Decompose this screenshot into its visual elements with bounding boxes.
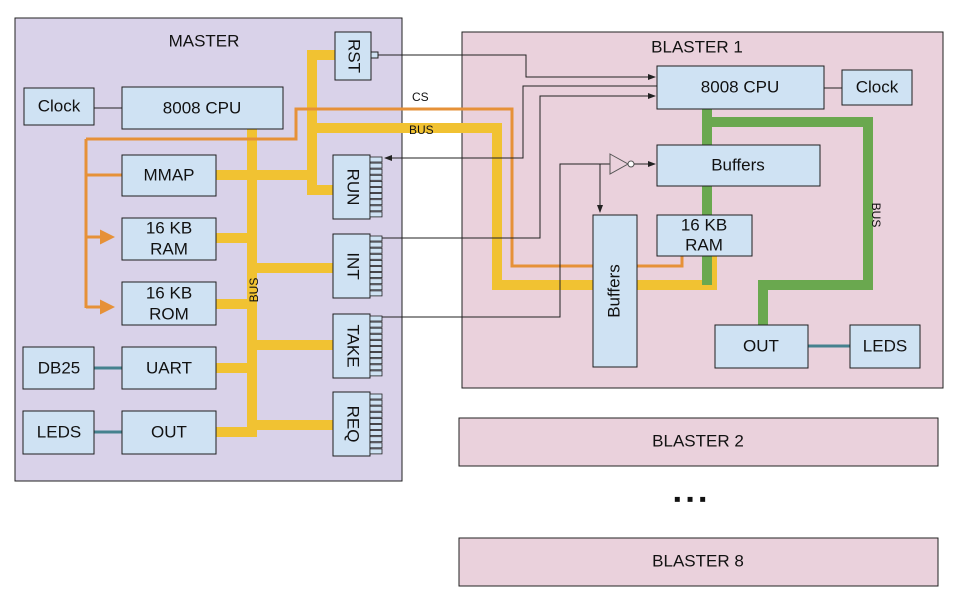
master-title: MASTER	[169, 31, 240, 50]
master-mmap: MMAP	[121, 154, 217, 197]
blaster1-buffers-side: Buffers	[592, 214, 638, 368]
blaster1-out: OUT	[714, 324, 809, 369]
connector-pin	[369, 162, 383, 169]
svg-text:UART: UART	[146, 358, 192, 377]
connector-pin	[369, 259, 383, 266]
connector-pin	[369, 193, 383, 200]
connector-pin	[369, 358, 383, 365]
svg-text:16 KB: 16 KB	[146, 283, 192, 302]
master-db25: DB25	[22, 346, 95, 390]
connector-pin	[369, 247, 383, 254]
connector-pin	[369, 327, 383, 334]
blaster1-clock: Clock	[841, 69, 913, 106]
master-uart: UART	[121, 346, 217, 390]
master-leds: LEDS	[22, 410, 95, 455]
connector-pin	[369, 235, 383, 242]
connector-pin	[369, 405, 383, 412]
blaster1-buffers-top: Buffers	[656, 144, 821, 187]
bus-link-label: BUS	[409, 123, 434, 137]
blaster1-ram: 16 KBRAM	[656, 214, 753, 257]
connector-pin	[369, 205, 383, 212]
svg-text:Buffers: Buffers	[604, 264, 623, 318]
connector-pin	[369, 315, 383, 322]
svg-text:LEDS: LEDS	[37, 422, 81, 441]
ellipsis: ▪ ▪ ▪	[674, 488, 706, 510]
connector-pin	[369, 211, 383, 218]
blaster2-title: BLASTER 2	[652, 431, 744, 450]
connector-pin	[369, 174, 383, 181]
blaster-bus-label: BUS	[869, 203, 883, 228]
svg-text:OUT: OUT	[151, 422, 187, 441]
svg-text:16 KB: 16 KB	[146, 218, 192, 237]
svg-text:RUN: RUN	[344, 169, 363, 206]
svg-text:8008 CPU: 8008 CPU	[163, 98, 241, 117]
connector-pin	[369, 290, 383, 297]
svg-text:RAM: RAM	[150, 239, 188, 258]
connector-pin	[369, 436, 383, 443]
master-ram: 16 KB RAM	[121, 217, 217, 261]
svg-text:DB25: DB25	[38, 358, 81, 377]
svg-text:REQ: REQ	[344, 406, 363, 443]
connector-pin	[369, 411, 383, 418]
svg-text:RAM: RAM	[685, 235, 723, 254]
master-bus-label: BUS	[247, 278, 261, 303]
connector-pin	[369, 168, 383, 175]
connector-pin	[369, 339, 383, 346]
svg-text:TAKE: TAKE	[344, 324, 363, 367]
connector-pin	[369, 417, 383, 424]
svg-text:MMAP: MMAP	[144, 165, 195, 184]
svg-text:Clock: Clock	[856, 77, 899, 96]
connector-pin	[369, 448, 383, 455]
connector-pin	[369, 393, 383, 400]
blaster1-leds: LEDS	[849, 324, 921, 369]
svg-text:RST: RST	[345, 39, 364, 73]
blaster1-cpu: 8008 CPU	[656, 65, 825, 110]
connector-pin	[369, 278, 383, 285]
connector-pin	[369, 424, 383, 430]
connector-pin	[369, 241, 383, 248]
master-out: OUT	[121, 410, 217, 455]
cs-label: CS	[412, 90, 429, 104]
svg-text:16 KB: 16 KB	[681, 215, 727, 234]
svg-text:LEDS: LEDS	[863, 336, 907, 355]
connector-pin	[369, 333, 383, 340]
connector-pin	[369, 321, 383, 328]
port-rst: RST	[334, 31, 372, 81]
connector-pin	[369, 180, 383, 187]
connector-pin	[369, 370, 383, 377]
blaster8-title: BLASTER 8	[652, 551, 744, 570]
svg-text:ROM: ROM	[149, 304, 189, 323]
connector-pin	[369, 284, 383, 291]
connector-pin	[369, 266, 383, 272]
master-rom: 16 KB ROM	[121, 281, 217, 326]
connector-pin	[369, 442, 383, 449]
connector-pin	[369, 352, 383, 359]
connector-pin	[369, 346, 383, 352]
connector-pin	[369, 364, 383, 371]
blaster1-title: BLASTER 1	[651, 37, 743, 56]
connector-pin	[369, 272, 383, 279]
svg-text:INT: INT	[344, 252, 363, 279]
svg-text:8008 CPU: 8008 CPU	[701, 77, 779, 96]
svg-text:OUT: OUT	[743, 336, 779, 355]
connector-pin	[369, 156, 383, 163]
connector-pin	[369, 253, 383, 260]
svg-text:Buffers: Buffers	[711, 155, 765, 174]
system-diagram: MASTER BLASTER 1 BLASTER 2 ▪ ▪ ▪ BLASTER…	[14, 17, 944, 587]
master-clock: Clock	[23, 87, 95, 126]
connector-pin	[369, 399, 383, 406]
svg-text:Clock: Clock	[38, 96, 81, 115]
connector-pin	[369, 187, 383, 193]
connector-pin	[369, 199, 383, 206]
master-cpu: 8008 CPU	[121, 86, 284, 130]
connector-pin	[369, 430, 383, 437]
